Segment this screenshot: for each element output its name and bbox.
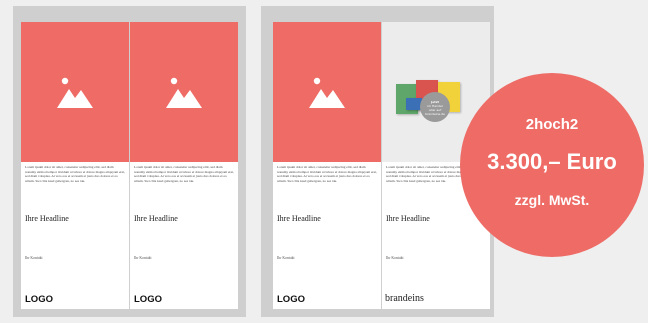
brand-logo: brandeins	[385, 293, 424, 304]
logo: LOGO	[134, 294, 162, 305]
headline: Ihre Headline	[134, 214, 178, 223]
image-placeholder-icon	[309, 77, 345, 108]
sticker-badge: Jetzt im Handel oder auf brandeins.de	[420, 92, 450, 122]
product-name: 2hoch2	[525, 116, 579, 133]
price-badge: 2hoch2 3.300,– Euro zzgl. MwSt.	[460, 73, 644, 257]
tax-note: zzgl. MwSt.	[514, 192, 590, 208]
headline: Ihre Headline	[277, 214, 321, 223]
contact-text: Ihr Kontakt	[134, 256, 152, 260]
headline: Ihre Headline	[25, 214, 69, 223]
image-placeholder	[273, 22, 381, 162]
page-2: Lorem ipsum dolor sit amet, consetetur s…	[130, 22, 238, 309]
body-text: Lorem ipsum dolor sit amet, consetetur s…	[25, 165, 125, 183]
left-spread: Lorem ipsum dolor sit amet, consetetur s…	[13, 6, 246, 317]
contact-text: Ihr Kontakt	[25, 256, 43, 260]
image-placeholder	[21, 22, 129, 162]
image-placeholder-icon	[166, 77, 202, 108]
svg-text:brandeins.de: brandeins.de	[425, 112, 445, 116]
contact-text: Ihr Kontakt	[386, 256, 404, 260]
price-text: 3.300,– Euro	[487, 149, 617, 174]
page-3: Lorem ipsum dolor sit amet, consetetur s…	[273, 22, 381, 309]
page-1: Lorem ipsum dolor sit amet, consetetur s…	[21, 22, 129, 309]
sticker-text-image: Jetzt im Handel oder auf brandeins.de	[425, 100, 445, 116]
contact-text: Ihr Kontakt	[277, 256, 295, 260]
image-placeholder	[130, 22, 238, 162]
body-text: Lorem ipsum dolor sit amet, consetetur s…	[277, 165, 377, 183]
logo: LOGO	[25, 294, 53, 305]
body-text: Lorem ipsum dolor sit amet, consetetur s…	[134, 165, 234, 183]
logo: LOGO	[277, 294, 305, 305]
image-placeholder-icon	[57, 77, 93, 108]
headline: Ihre Headline	[386, 214, 430, 223]
